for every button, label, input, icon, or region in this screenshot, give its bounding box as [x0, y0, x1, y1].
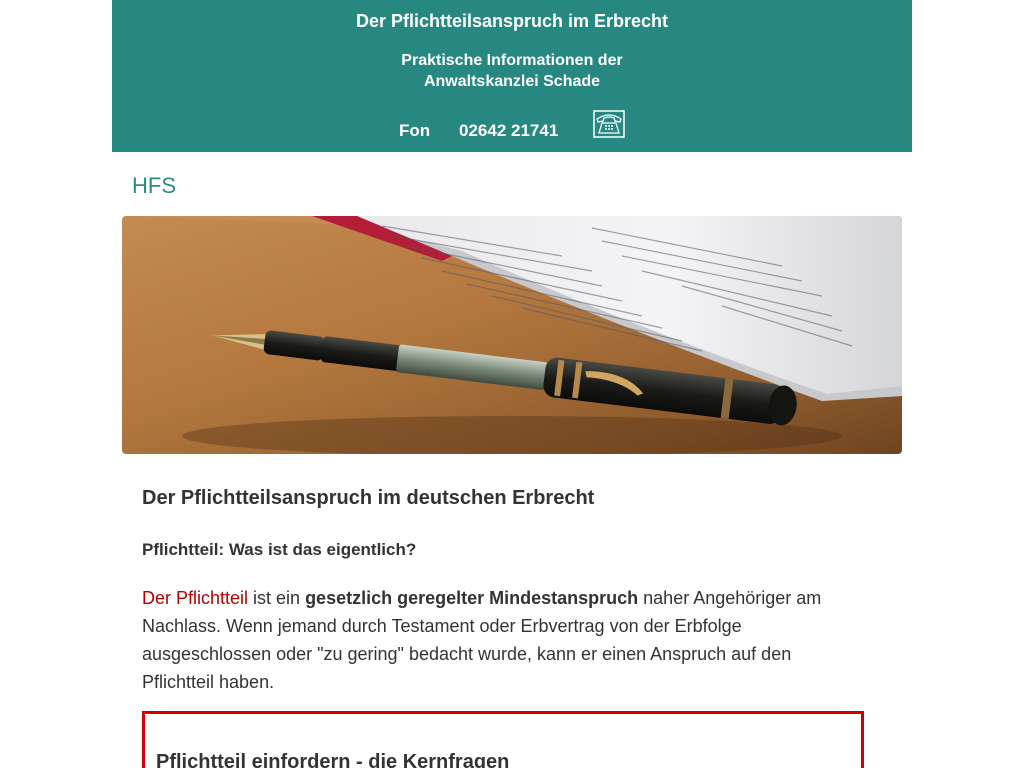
header-subtitle-line1: Praktische Informationen der — [401, 52, 623, 69]
key-questions-box: Pflichtteil einfordern - die Kernfragen — [142, 711, 864, 768]
header-subtitle: Praktische Informationen der Anwaltskanz… — [112, 50, 912, 92]
site-header: Der Pflichtteilsanspruch im Erbrecht Pra… — [112, 0, 912, 152]
intro-bold: gesetzlich geregelter Mindestanspruch — [305, 588, 639, 608]
phone-number[interactable]: 02642 21741 — [459, 120, 558, 142]
header-subtitle-line2: Anwaltskanzlei Schade — [423, 73, 601, 90]
page: Der Pflichtteilsanspruch im Erbrecht Pra… — [0, 0, 1024, 768]
article: Der Pflichtteilsanspruch im deutschen Er… — [142, 484, 872, 692]
phone-label: Fon — [399, 121, 431, 140]
phone-row: Fon 02642 21741 — [112, 110, 912, 140]
pflichtteil-link[interactable]: Der Pflichtteil — [142, 588, 248, 608]
site-name[interactable]: HFS — [132, 173, 176, 199]
article-heading: Der Pflichtteilsanspruch im deutschen Er… — [142, 487, 595, 509]
intro-text-1: ist ein — [248, 588, 306, 608]
telephone-icon[interactable] — [593, 110, 625, 138]
key-questions-title: Pflichtteil einfordern - die Kernfragen — [156, 751, 510, 768]
header-title: Der Pflichtteilsanspruch im Erbrecht — [355, 11, 669, 31]
article-intro: Der Pflichtteil ist ein gesetzlich gereg… — [142, 584, 862, 696]
hero-image — [122, 216, 902, 454]
article-subheading: Pflichtteil: Was ist das eigentlich? — [142, 540, 417, 559]
